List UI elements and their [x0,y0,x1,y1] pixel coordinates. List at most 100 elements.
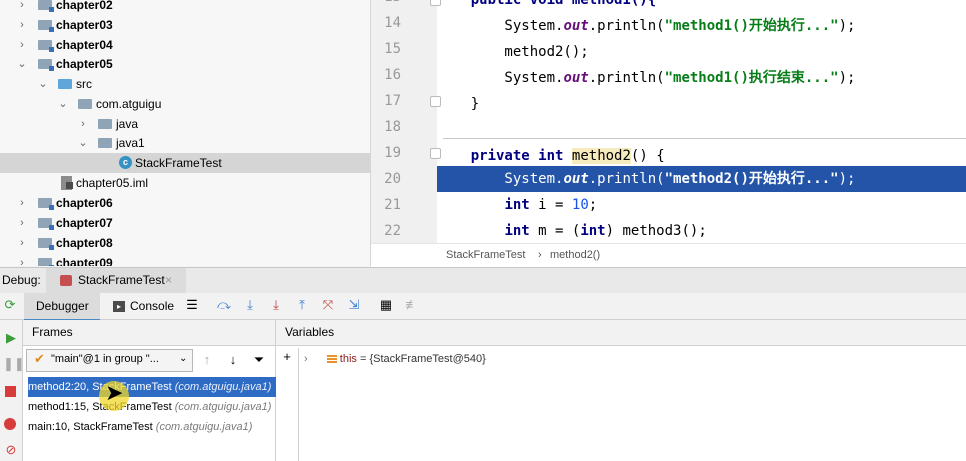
line-number: 13 [371,0,401,5]
show-execution-point-icon[interactable]: ⤼ [216,297,232,313]
frame-package: (com.atguigu.java1) [174,381,272,393]
chevron-down-icon[interactable]: ⌄ [78,133,88,153]
code-editor[interactable]: 13 14 15 16 17 18 19 20 21 22 public voi… [371,0,966,243]
tree-item-stackframetest[interactable]: c StackFrameTest [0,153,370,173]
rerun-icon[interactable]: ⟳ [2,297,18,313]
line-number: 17 [384,93,401,109]
frame-row[interactable]: main:10, StackFrameTest (com.atguigu.jav… [28,417,294,437]
package-icon [98,119,112,129]
code-text: System. [437,171,564,187]
frames-header: Frames [23,320,275,346]
tree-item-chapter06[interactable]: › chapter06 [0,193,370,213]
line-number: 20 [384,171,401,187]
menu-icon[interactable]: ☰ [184,297,200,313]
mute-breakpoints-icon[interactable]: ⊘ [3,442,19,458]
breadcrumb-separator: › [538,249,542,261]
arrow-down-icon[interactable]: ↓ [225,352,241,368]
thread-selector-value: "main"@1 in group "... [51,353,159,365]
debug-label: Debug: [2,273,41,287]
arrow-up-icon[interactable]: ↑ [199,352,215,368]
tree-item-src[interactable]: ⌄ src [0,74,370,94]
code-field: out [563,171,589,187]
code-text: ); [838,70,856,86]
code-text: .println( [588,18,665,34]
stop-icon[interactable] [5,386,16,397]
chevron-right-icon[interactable]: › [304,353,308,365]
tree-item-chapter04[interactable]: › chapter04 [0,35,370,55]
tree-item-chapter09[interactable]: › chapter09 [0,253,370,266]
run-to-cursor-icon[interactable]: ⇲ [346,297,362,313]
frame-row[interactable]: method1:15, StackFrameTest (com.atguigu.… [28,397,294,417]
chevron-right-icon[interactable]: › [17,0,27,15]
tree-item-chapter05-iml[interactable]: chapter05.iml [0,173,370,193]
console-tab-label[interactable]: Console [130,297,174,315]
frame-package: (com.atguigu.java1) [174,401,272,413]
variable-row-this[interactable]: › this = {StackFrameTest@540} [304,349,486,369]
tree-item-label: StackFrameTest [135,156,222,170]
method-separator [443,138,966,139]
tree-item-label: chapter06 [56,196,113,210]
debugger-tab-label[interactable]: Debugger [36,297,89,315]
step-over-icon[interactable]: ⤓ [242,297,258,313]
breadcrumb-class[interactable]: StackFrameTest [446,244,525,267]
chevron-right-icon[interactable]: › [78,114,88,134]
line-number: 18 [384,119,401,135]
tree-item-chapter08[interactable]: › chapter08 [0,233,370,253]
tree-item-com-atguigu[interactable]: ⌄ com.atguigu [0,94,370,114]
module-folder-icon [38,0,54,12]
chevron-right-icon[interactable]: › [17,193,27,213]
tree-item-chapter07[interactable]: › chapter07 [0,213,370,233]
tree-item-label: chapter05 [56,57,113,71]
debug-run-icon [60,275,72,286]
session-tab-label[interactable]: StackFrameTest [78,268,165,293]
debug-toolbar: ⟳ Debugger ▸ Console ☰ ⤼ ⤓ ⤓ ⤒ ⤧ ⇲ ▦ ≢ [0,293,966,321]
chevron-right-icon[interactable]: › [17,213,27,233]
tree-item-label: chapter09 [56,256,113,266]
filter-icon[interactable]: ⏷ [251,352,267,368]
code-text: .println( [588,70,665,86]
java-class-icon: c [119,156,132,169]
chevron-right-icon[interactable]: › [17,253,27,266]
frame-row[interactable]: method2:20, StackFrameTest (com.atguigu.… [28,377,294,397]
iml-file-icon [61,176,73,190]
resume-icon[interactable]: ▶ [3,330,19,346]
view-breakpoints-icon[interactable] [4,418,16,430]
evaluate-expression-icon[interactable]: ▦ [378,297,394,313]
breadcrumb-method[interactable]: method2() [550,244,600,267]
frame-text: main:10, StackFrameTest [28,421,153,433]
tree-item-java1[interactable]: ⌄ java1 [0,133,370,153]
tree-item-chapter05[interactable]: ⌄ chapter05 [0,54,370,74]
trace-icon[interactable]: ≢ [404,297,420,313]
frame-package: (com.atguigu.java1) [155,421,253,433]
pause-icon[interactable]: ❚❚ [3,356,25,372]
tree-item-chapter02[interactable]: › chapter02 [0,0,370,15]
chevron-right-icon[interactable]: › [17,15,27,35]
code-text: ; [588,197,598,213]
add-watch-icon[interactable]: + [279,349,295,365]
tree-item-java[interactable]: › java [0,114,370,134]
code-field: out [563,70,589,86]
code-string: "method1()开始执行..." [664,18,839,34]
code-keyword: int [580,223,606,239]
module-folder-icon [38,198,54,210]
close-icon[interactable]: × [165,268,172,293]
chevron-down-icon[interactable]: ⌄ [17,54,27,74]
chevron-right-icon[interactable]: › [17,35,27,55]
tree-item-label: com.atguigu [96,97,162,111]
code-string: "method2()开始执行..." [664,171,839,187]
step-out-icon[interactable]: ⤒ [294,297,310,313]
tree-item-chapter03[interactable]: › chapter03 [0,15,370,35]
drop-frame-icon[interactable]: ⤧ [320,297,336,313]
variables-header: Variables [276,320,966,346]
frames-pane: Frames ✔ "main"@1 in group "... ⌄ ↑ ↓ ⏷ … [23,320,294,461]
line-number: 19 [384,145,401,161]
frames-title: Frames [32,325,73,339]
variables-title: Variables [285,325,335,339]
tree-item-label: src [76,77,92,91]
chevron-right-icon[interactable]: › [17,233,27,253]
code-line-13: public void method1(){ [437,0,966,13]
thread-selector[interactable]: ✔ "main"@1 in group "... ⌄ [26,349,193,372]
step-into-icon[interactable]: ⤓ [268,297,284,313]
chevron-down-icon[interactable]: ⌄ [58,94,68,114]
chevron-down-icon[interactable]: ⌄ [38,74,48,94]
